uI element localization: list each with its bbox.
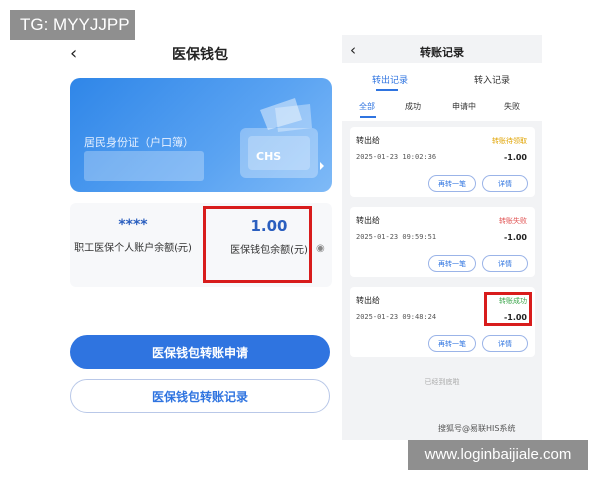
- filter-all[interactable]: 全部: [359, 101, 375, 112]
- id-card-label: 居民身份证（户口簿）: [84, 136, 194, 149]
- transfer-again-button[interactable]: 再转一笔: [428, 335, 476, 352]
- record-title: 转出给: [356, 136, 380, 145]
- id-card-banner[interactable]: 居民身份证（户口簿） CHS: [70, 78, 332, 192]
- filter-failed[interactable]: 失败: [504, 101, 520, 112]
- record-amount: -1.00: [503, 233, 527, 242]
- record-card: 转出给 转账失败 2025-01-23 09:59:51 -1.00 再转一笔 …: [350, 207, 535, 277]
- tab-outgoing[interactable]: 转出记录: [372, 73, 408, 86]
- record-title: 转出给: [356, 296, 380, 305]
- record-status: 转账待领取: [492, 137, 527, 145]
- record-time: 2025-01-23 10:02:36: [356, 153, 437, 161]
- transfer-records-screen: ‹ 转账记录 转出记录 转入记录 全部 成功 申请中 失败 转出给 转账待领取 …: [342, 35, 542, 440]
- eye-closed-icon[interactable]: ⌣: [176, 243, 183, 254]
- page-title: 医保钱包: [172, 47, 228, 63]
- status-filters: 全部 成功 申请中 失败: [342, 93, 542, 121]
- record-amount: -1.00: [503, 153, 527, 162]
- details-button[interactable]: 详情: [482, 335, 528, 352]
- active-filter-indicator: [360, 116, 376, 118]
- record-title: 转出给: [356, 216, 380, 225]
- highlight-box-wallet-balance: [203, 206, 312, 283]
- tab-incoming[interactable]: 转入记录: [474, 73, 510, 86]
- wallet-illustration-icon: CHS: [240, 98, 324, 178]
- transfer-apply-button[interactable]: 医保钱包转账申请: [70, 335, 330, 369]
- record-status: 转账失败: [499, 217, 527, 225]
- record-time: 2025-01-23 09:59:51: [356, 233, 437, 241]
- direction-tabs: 转出记录 转入记录: [342, 63, 542, 93]
- balance-value: ****: [118, 217, 148, 233]
- eye-open-icon[interactable]: ◉: [316, 243, 325, 254]
- details-button[interactable]: 详情: [482, 175, 528, 192]
- transfer-records-button[interactable]: 医保钱包转账记录: [70, 379, 330, 413]
- active-tab-indicator: [376, 89, 398, 91]
- page-title: 转账记录: [420, 46, 464, 59]
- details-button[interactable]: 详情: [482, 255, 528, 272]
- end-of-list-note: 已经到底啦: [424, 378, 460, 386]
- record-card: 转出给 转账待领取 2025-01-23 10:02:36 -1.00 再转一笔…: [350, 127, 535, 197]
- transfer-again-button[interactable]: 再转一笔: [428, 175, 476, 192]
- filter-success[interactable]: 成功: [405, 101, 421, 112]
- personal-account-balance[interactable]: **** 职工医保个人账户余额(元) ⌣: [70, 203, 196, 287]
- source-credit: 搜狐号@易联HIS系统: [438, 424, 516, 433]
- website-watermark: www.loginbaijiale.com: [408, 440, 588, 470]
- masked-id-placeholder: [84, 151, 204, 181]
- transfer-again-button[interactable]: 再转一笔: [428, 255, 476, 272]
- filter-pending[interactable]: 申请中: [452, 101, 476, 112]
- record-time: 2025-01-23 09:48:24: [356, 313, 437, 321]
- highlight-box-success-record: [484, 292, 532, 326]
- chs-logo: CHS: [256, 150, 281, 163]
